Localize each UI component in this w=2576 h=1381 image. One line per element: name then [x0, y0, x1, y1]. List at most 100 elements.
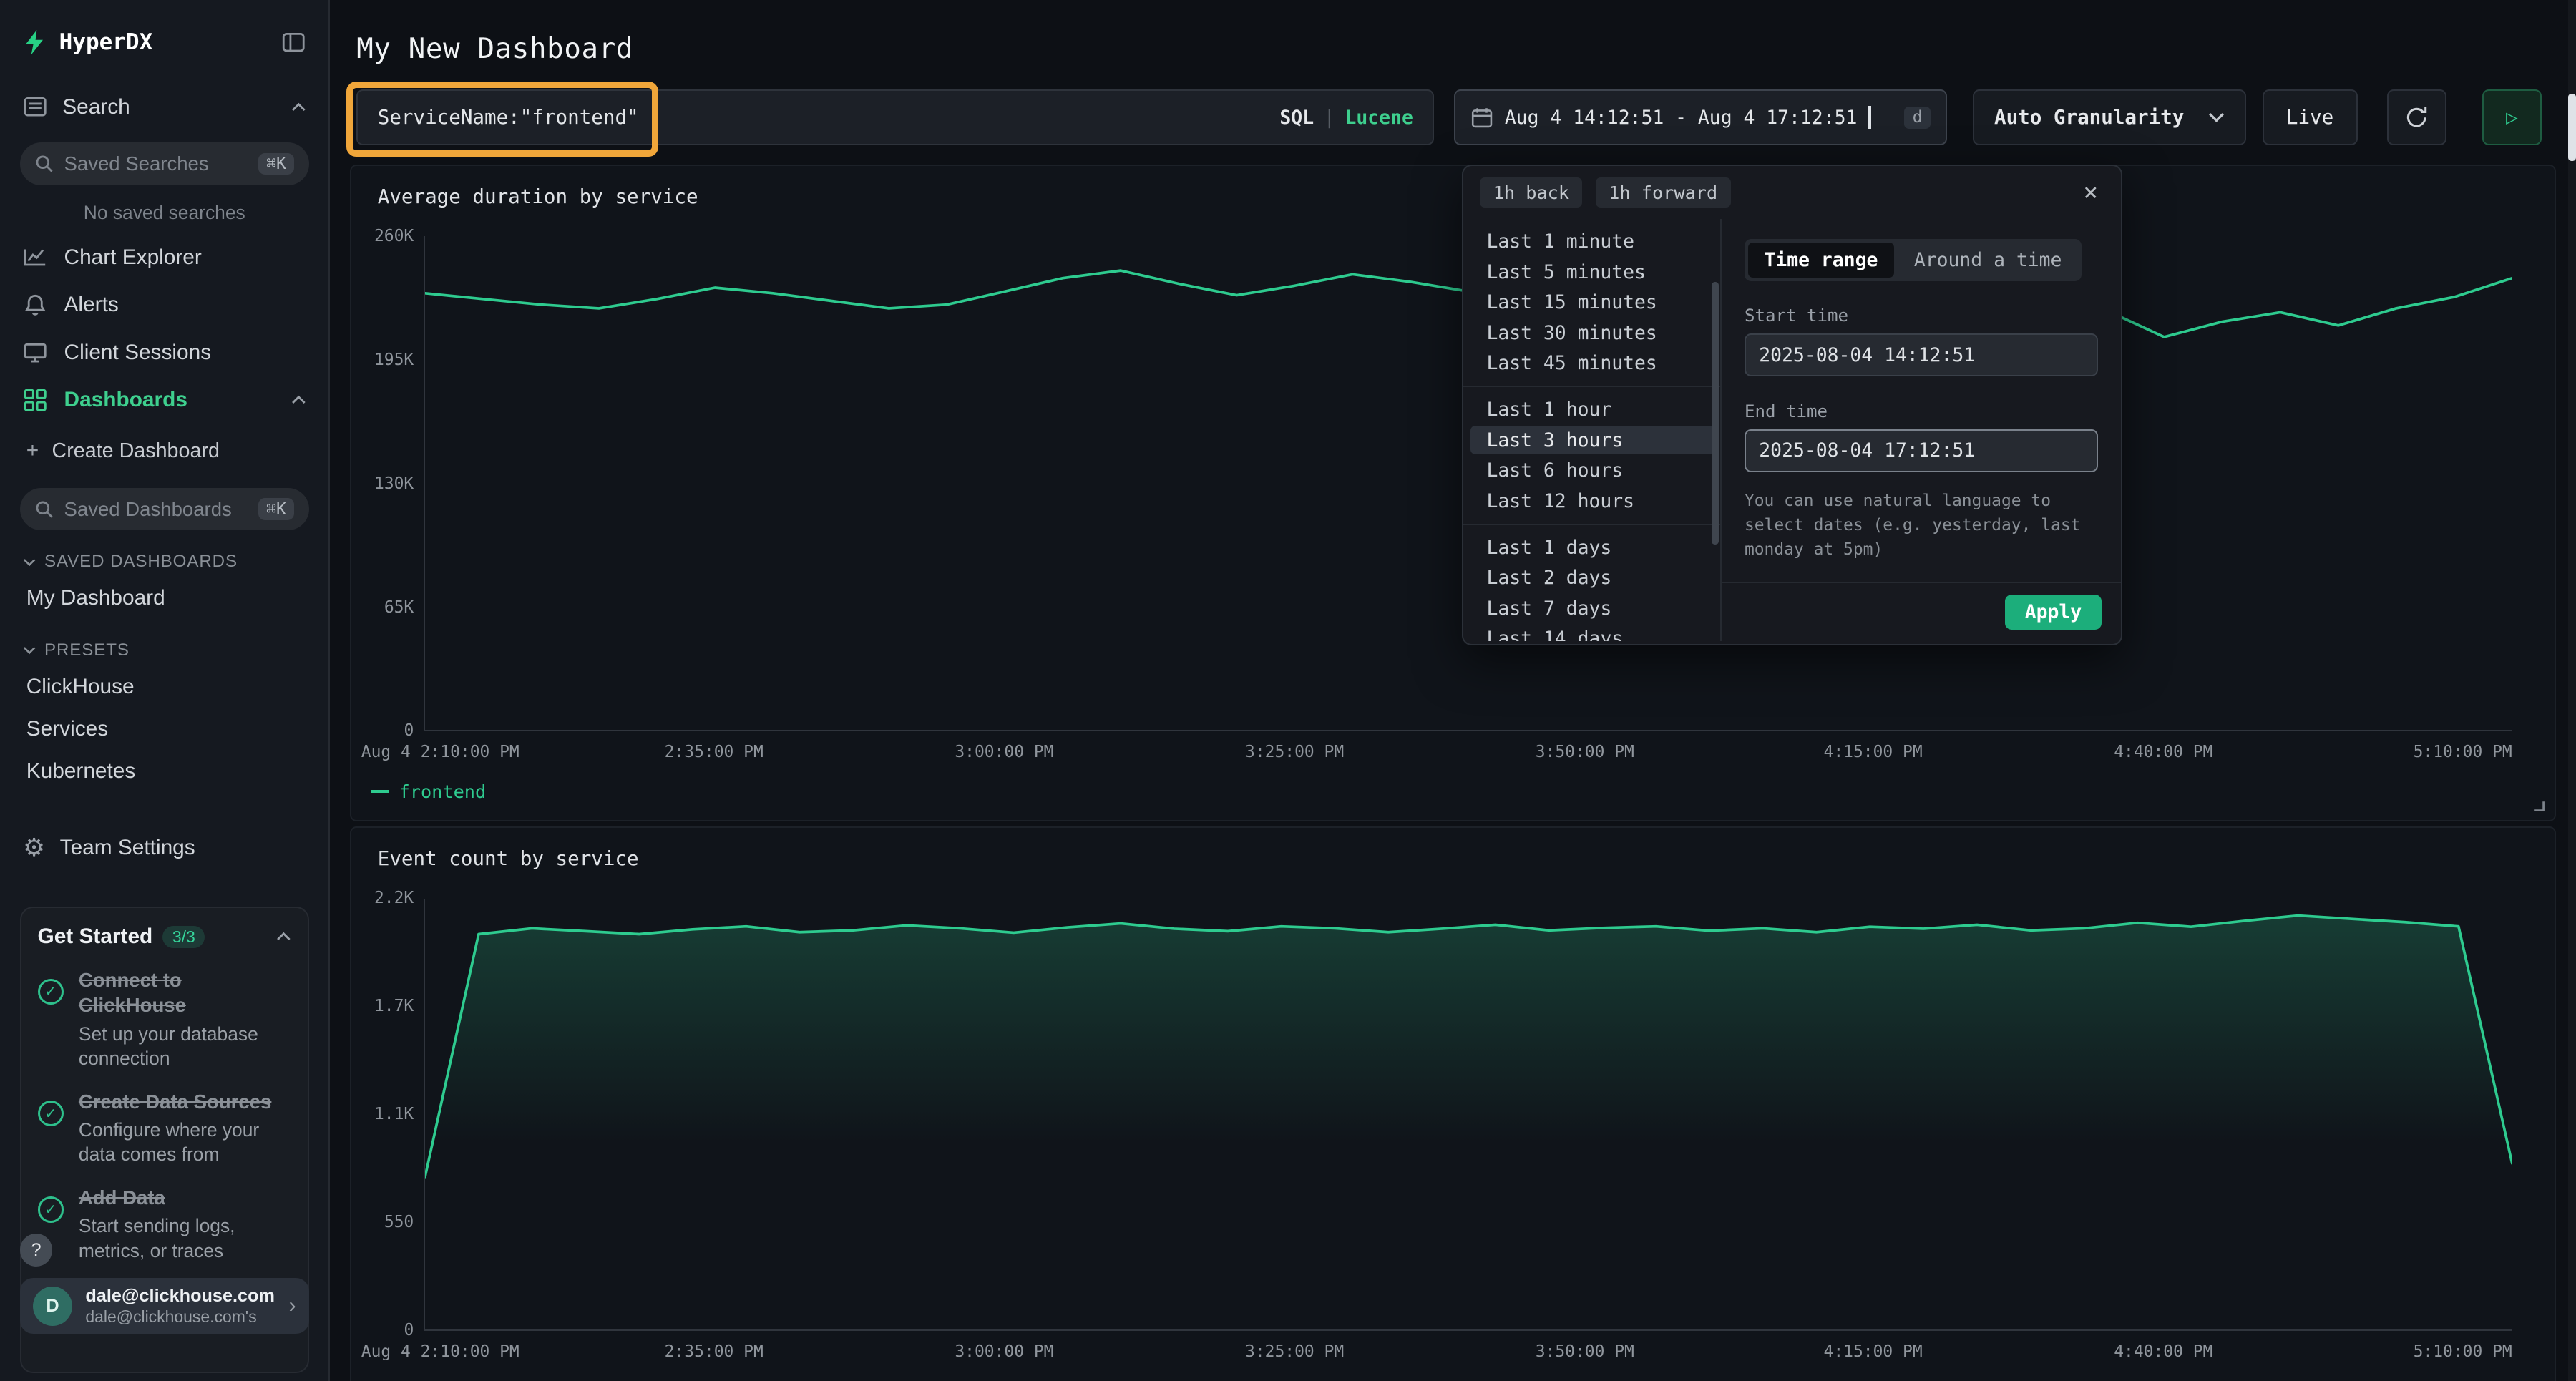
presets-section-toggle[interactable]: PRESETS — [0, 619, 328, 665]
time-preset-option[interactable]: Last 14 days — [1470, 624, 1714, 641]
start-time-input[interactable]: 2025-08-04 14:12:51 — [1745, 333, 2098, 376]
granularity-select[interactable]: Auto Granularity — [1973, 89, 2245, 145]
time-preset-list: Last 1 minuteLast 5 minutesLast 15 minut… — [1463, 219, 1721, 641]
get-started-step-sources[interactable]: ✓ Create Data Sources Configure where yo… — [38, 1089, 291, 1167]
monitor-icon — [23, 341, 47, 365]
chevron-up-icon[interactable] — [291, 395, 306, 405]
brand-row: HyperDX — [0, 0, 328, 82]
time-preset-option[interactable]: Last 7 days — [1470, 594, 1714, 623]
x-axis-labels: Aug 4 2:10:00 PM2:35:00 PM3:00:00 PM3:25… — [424, 1342, 2512, 1364]
refresh-button[interactable] — [2387, 89, 2446, 145]
saved-dashboards-section-toggle[interactable]: SAVED DASHBOARDS — [0, 530, 328, 577]
shift-forward-button[interactable]: 1h forward — [1596, 177, 1731, 208]
y-tick-label: 65K — [384, 600, 414, 616]
time-preset-option[interactable]: Last 3 hours — [1470, 426, 1714, 454]
get-started-title: Get Started — [38, 924, 153, 949]
time-preset-option[interactable]: Last 12 hours — [1470, 487, 1714, 515]
tab-time-range[interactable]: Time range — [1748, 243, 1895, 278]
sidebar-item-dashboards[interactable]: Dashboards — [0, 376, 328, 424]
step-title: Add Data — [79, 1185, 291, 1211]
run-query-button[interactable]: ▷ — [2482, 89, 2542, 145]
sidebar-item-team-settings[interactable]: ⚙ Team Settings — [0, 822, 328, 873]
sidebar-item-search[interactable]: Search — [0, 82, 328, 132]
close-icon[interactable]: × — [2077, 180, 2104, 205]
y-axis-labels: 260K195K130K65K0 — [351, 236, 414, 731]
saved-dashboards-input[interactable]: Saved Dashboards ⌘K — [20, 488, 309, 531]
section-header-label: PRESETS — [44, 640, 130, 660]
chevron-right-icon: › — [289, 1294, 296, 1318]
x-tick-label: 2:35:00 PM — [665, 743, 763, 761]
chevron-down-icon — [23, 558, 36, 566]
time-range-value: Aug 4 14:12:51 - Aug 4 17:12:51 — [1505, 107, 1858, 129]
time-preset-option[interactable]: Last 2 days — [1470, 564, 1714, 592]
popover-header: 1h back 1h forward × — [1463, 166, 2121, 220]
dashboard-toolbar: ServiceName:"frontend" SQL | Lucene Aug … — [356, 89, 2542, 145]
time-preset-option[interactable]: Last 5 minutes — [1470, 258, 1714, 286]
end-time-input[interactable]: 2025-08-04 17:12:51 — [1745, 429, 2098, 472]
y-axis-labels: 2.2K1.7K1.1K5500 — [351, 899, 414, 1331]
help-button[interactable]: ? — [20, 1234, 53, 1267]
sidebar-item-chart-explorer[interactable]: Chart Explorer — [0, 233, 328, 281]
time-preset-option[interactable]: Last 1 minute — [1470, 228, 1714, 256]
chevron-up-icon[interactable] — [291, 102, 306, 112]
duration-badge: d — [1904, 107, 1931, 129]
sidebar-item-clickhouse[interactable]: ClickHouse — [0, 665, 328, 708]
sidebar-item-my-dashboard[interactable]: My Dashboard — [0, 577, 328, 619]
y-tick-label: 0 — [404, 1322, 414, 1339]
sidebar-item-alerts[interactable]: Alerts — [0, 281, 328, 329]
sidebar-item-client-sessions[interactable]: Client Sessions — [0, 329, 328, 377]
time-preset-option[interactable]: Last 6 hours — [1470, 457, 1714, 485]
time-preset-option[interactable]: Last 1 days — [1470, 533, 1714, 562]
chevron-down-icon — [23, 646, 36, 654]
live-button[interactable]: Live — [2263, 89, 2358, 145]
get-started-step-connect[interactable]: ✓ Connect to ClickHouse Set up your data… — [38, 967, 291, 1071]
time-preset-option[interactable]: Last 45 minutes — [1470, 349, 1714, 378]
chevron-up-icon[interactable] — [276, 932, 291, 942]
chart-legend: frontend — [371, 781, 487, 802]
saved-searches-input[interactable]: Saved Searches ⌘K — [20, 142, 309, 185]
tab-around-a-time[interactable]: Around a time — [1898, 243, 2078, 278]
chart-panel-event-count: Event count by service 2.2K1.7K1.1K5500 … — [350, 826, 2556, 1381]
lucene-mode-toggle[interactable]: Lucene — [1345, 107, 1413, 129]
sidebar-item-label: Search — [62, 95, 130, 119]
x-tick-label: 3:25:00 PM — [1245, 743, 1344, 761]
keyboard-shortcut-badge: ⌘K — [258, 498, 295, 520]
sidebar-item-services[interactable]: Services — [0, 708, 328, 750]
sidebar-item-kubernetes[interactable]: Kubernetes — [0, 751, 328, 793]
time-range-input[interactable]: Aug 4 14:12:51 - Aug 4 17:12:51 d — [1454, 89, 1947, 145]
user-menu[interactable]: D dale@clickhouse.com dale@clickhouse.co… — [20, 1278, 309, 1334]
time-preset-option[interactable]: Last 15 minutes — [1470, 288, 1714, 317]
sidebar-collapse-icon[interactable] — [281, 30, 306, 54]
app-window: HyperDX Search Saved Searches ⌘K No s — [0, 0, 2576, 1381]
x-tick-label: Aug 4 2:10:00 PM — [361, 1342, 519, 1361]
sql-mode-toggle[interactable]: SQL — [1279, 107, 1314, 129]
panel-resize-handle[interactable] — [2530, 797, 2545, 812]
page-title: My New Dashboard — [356, 33, 2542, 65]
step-title: Create Data Sources — [79, 1089, 291, 1115]
get-started-step-add-data[interactable]: ✓ Add Data Start sending logs, metrics, … — [38, 1185, 291, 1263]
main-content: My New Dashboard ServiceName:"frontend" … — [330, 0, 2567, 1381]
get-started-header[interactable]: Get Started 3/3 — [38, 924, 291, 949]
sidebar-item-label: Alerts — [64, 293, 119, 317]
apply-button[interactable]: Apply — [2005, 595, 2102, 630]
page-scrollbar[interactable] — [2568, 0, 2576, 1381]
create-dashboard-button[interactable]: + Create Dashboard — [0, 424, 328, 478]
search-query-input[interactable]: ServiceName:"frontend" SQL | Lucene — [356, 89, 1434, 145]
step-subtitle: Set up your database connection — [79, 1022, 291, 1071]
x-tick-label: Aug 4 2:10:00 PM — [361, 743, 519, 761]
y-tick-label: 0 — [404, 723, 414, 739]
preset-list-scrollbar[interactable] — [1712, 282, 1718, 545]
time-preset-option[interactable]: Last 30 minutes — [1470, 318, 1714, 347]
gear-icon: ⚙ — [23, 836, 45, 860]
shift-back-button[interactable]: 1h back — [1480, 177, 1582, 208]
start-time-label: Start time — [1745, 306, 2098, 326]
no-saved-searches-text: No saved searches — [0, 185, 328, 234]
x-tick-label: 2:35:00 PM — [665, 1342, 763, 1361]
y-tick-label: 1.1K — [374, 1106, 414, 1123]
time-preset-option[interactable]: Last 1 hour — [1470, 396, 1714, 424]
x-tick-label: 4:40:00 PM — [2114, 1342, 2212, 1361]
x-tick-label: 3:50:00 PM — [1536, 743, 1634, 761]
page-scrollbar-thumb[interactable] — [2568, 94, 2576, 161]
legend-label: frontend — [399, 781, 487, 802]
plus-icon: + — [26, 439, 39, 463]
